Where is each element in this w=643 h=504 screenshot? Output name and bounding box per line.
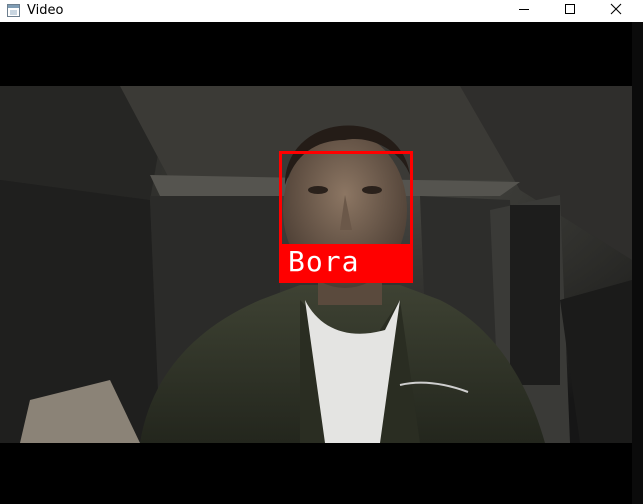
face-name-label: Bora — [280, 244, 410, 280]
app-window-icon — [7, 4, 20, 17]
maximize-icon — [564, 2, 576, 20]
close-icon — [610, 2, 622, 20]
window-title: Video — [27, 3, 64, 18]
close-button[interactable] — [593, 0, 639, 22]
maximize-button[interactable] — [547, 0, 593, 22]
minimize-icon — [518, 2, 530, 20]
video-window: Video Bora — [0, 0, 643, 504]
recognized-name: Bora — [288, 245, 360, 278]
title-bar[interactable]: Video — [0, 0, 643, 22]
minimize-button[interactable] — [501, 0, 547, 22]
window-border — [632, 22, 643, 504]
